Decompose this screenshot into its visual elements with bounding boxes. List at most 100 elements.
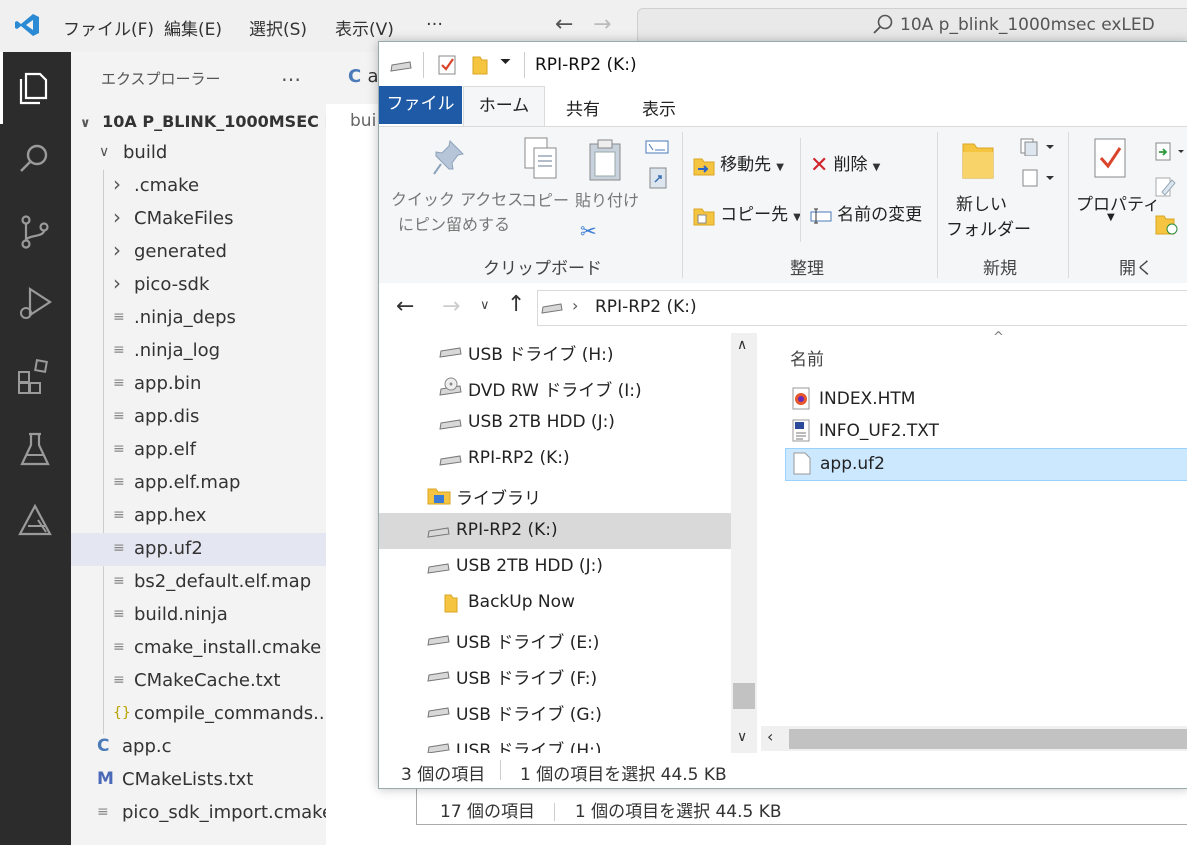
tree-file[interactable]: ≡ pico_sdk_import.cmake [71,797,333,830]
nav-item[interactable]: BackUp Now [379,585,731,621]
tree-file[interactable]: ≡ CMakeCache.txt [71,665,326,698]
nav-back-icon[interactable]: ← [555,12,573,37]
file-row[interactable]: app.uf2 [785,448,1187,481]
pin-quick-access-button[interactable]: クイック アクセス にピン留めする [388,138,523,238]
new-folder-qat-icon[interactable] [471,54,489,76]
tree-file[interactable]: ≡ app.bin [71,368,326,401]
column-header-name[interactable]: 名前 [790,345,824,370]
tree-file[interactable]: ≡ app.hex [71,500,326,533]
properties-qat-icon[interactable] [437,54,457,76]
forward-arrow-icon[interactable]: → [442,294,460,319]
tree-file[interactable]: {} compile_commands.... [71,698,336,731]
address-text[interactable]: RPI-RP2 (K:) [595,297,697,317]
source-control-icon[interactable] [16,213,54,251]
editor-tab-app-c[interactable]: C a [348,66,379,87]
tree-folder[interactable]: › generated [71,236,326,269]
tree-folder[interactable]: › pico-sdk [71,269,326,302]
back-status-selected: 1 個の項目を選択 44.5 KB [574,802,782,822]
tab-share[interactable]: 共有 [566,95,600,120]
extensions-icon[interactable] [16,358,54,396]
recent-locations-icon[interactable]: ∨ [480,298,490,313]
file-icon: ≡ [113,639,125,655]
copy-to-button[interactable]: コピー先 ▼ [693,200,801,226]
copy-button[interactable]: コピー [518,136,569,216]
qat-separator [423,52,424,78]
menu-file[interactable]: ファイル(F) [63,15,154,40]
nav-item[interactable]: ライブラリ [379,477,731,513]
sidebar-more-button[interactable]: … [281,62,301,86]
scroll-left-icon[interactable]: ‹ [767,727,773,746]
open-icon[interactable] [1154,142,1184,162]
breadcrumb-chevron-icon[interactable]: › [572,296,578,315]
scroll-up-icon[interactable]: ∧ [737,337,747,353]
tree-file[interactable]: ≡ app.elf.map [71,467,326,500]
run-debug-icon[interactable] [16,285,54,323]
paste-shortcut-icon[interactable] [648,166,668,190]
nav-forward-icon[interactable]: → [593,12,611,37]
tree-file[interactable]: ≡ bs2_default.elf.map [71,566,326,599]
editor-breadcrumb[interactable]: bui [350,111,376,131]
testing-icon[interactable] [16,430,54,468]
tree-folder[interactable]: › CMakeFiles [71,203,326,236]
cut-scissors-icon[interactable]: ✂ [580,219,597,243]
nav-item[interactable]: RPI-RP2 (K:) [379,441,731,477]
rename-button[interactable]: 名前の変更 [810,200,922,225]
explorer-icon[interactable] [16,68,54,106]
nav-item[interactable]: USB ドライブ (H:) [379,333,731,369]
file-row[interactable]: INFO_UF2.TXT [785,416,1187,447]
navigation-scrollbar[interactable]: ∧ ∨ [731,333,757,753]
up-arrow-icon[interactable]: ↑ [507,292,525,317]
scroll-thumb[interactable] [733,683,755,709]
new-item-icon[interactable] [1020,138,1056,156]
scroll-down-icon[interactable]: ∨ [737,729,747,745]
tree-item-label: build.ninja [134,604,228,625]
nav-item[interactable]: USB ドライブ (G:) [379,693,731,729]
properties-dropdown-icon[interactable]: ▼ [1107,212,1115,223]
easy-access-icon[interactable] [1020,168,1056,188]
file-name: app.uf2 [820,454,885,474]
tree-file[interactable]: ≡ app.uf2 [71,533,326,566]
delete-button[interactable]: ✕ 削除 ▼ [810,150,880,178]
tree-folder[interactable]: ∨ build [71,137,326,170]
tree-file[interactable]: ≡ .ninja_deps [71,302,326,335]
paste-button[interactable]: 貼り付け ✂ [575,136,645,246]
qat-customize-icon[interactable]: ⏷ [500,54,511,70]
drive-icon [439,455,462,466]
nav-item[interactable]: DVD RW ドライブ (I:) [379,369,731,405]
menu-edit[interactable]: 編集(E) [164,15,222,40]
tree-folder[interactable]: › .cmake [71,170,326,203]
nav-item[interactable]: USB 2TB HDD (J:) [379,405,731,441]
properties-button[interactable]: プロパティ ▼ [1074,136,1160,226]
file-row[interactable]: INDEX.HTM [785,384,1187,415]
tab-file[interactable]: ファイル [379,86,462,124]
search-activity-icon[interactable] [16,140,54,178]
project-folder-header[interactable]: ∨ 10A P_BLINK_1000MSEC E... [80,112,354,131]
tab-view[interactable]: 表示 [642,95,676,120]
nav-item[interactable]: RPI-RP2 (K:) [379,513,731,549]
edit-icon[interactable] [1154,176,1178,198]
nav-item[interactable]: USB ドライブ (F:) [379,657,731,693]
pico-extension-icon[interactable] [16,502,54,540]
firefox-file-icon [792,387,810,410]
copy-path-icon[interactable] [645,140,669,154]
history-icon[interactable] [1154,210,1180,236]
menu-view[interactable]: 表示(V) [335,15,394,40]
new-folder-button[interactable]: 新しい フォルダー [946,136,1031,240]
tab-home[interactable]: ホーム [463,86,545,127]
menu-more[interactable]: … [426,10,443,30]
nav-item[interactable]: USB ドライブ (E:) [379,621,731,657]
tree-file[interactable]: ≡ cmake_install.cmake [71,632,326,665]
tree-file[interactable]: ≡ build.ninja [71,599,326,632]
tree-file[interactable]: ≡ .ninja_log [71,335,326,368]
nav-item[interactable]: USB ドライブ (H:) [379,729,731,753]
file-icon: ≡ [113,309,125,325]
back-arrow-icon[interactable]: ← [396,294,414,319]
nav-item[interactable]: USB 2TB HDD (J:) [379,549,731,585]
tree-file[interactable]: M CMakeLists.txt [71,764,326,797]
tree-file[interactable]: ≡ app.elf [71,434,326,467]
move-to-button[interactable]: 移動先 ▼ [693,150,784,176]
tree-file[interactable]: ≡ app.dis [71,401,326,434]
tree-file[interactable]: Capp.c [71,731,326,764]
horizontal-scroll-thumb[interactable] [789,729,1187,749]
menu-selection[interactable]: 選択(S) [249,15,307,40]
